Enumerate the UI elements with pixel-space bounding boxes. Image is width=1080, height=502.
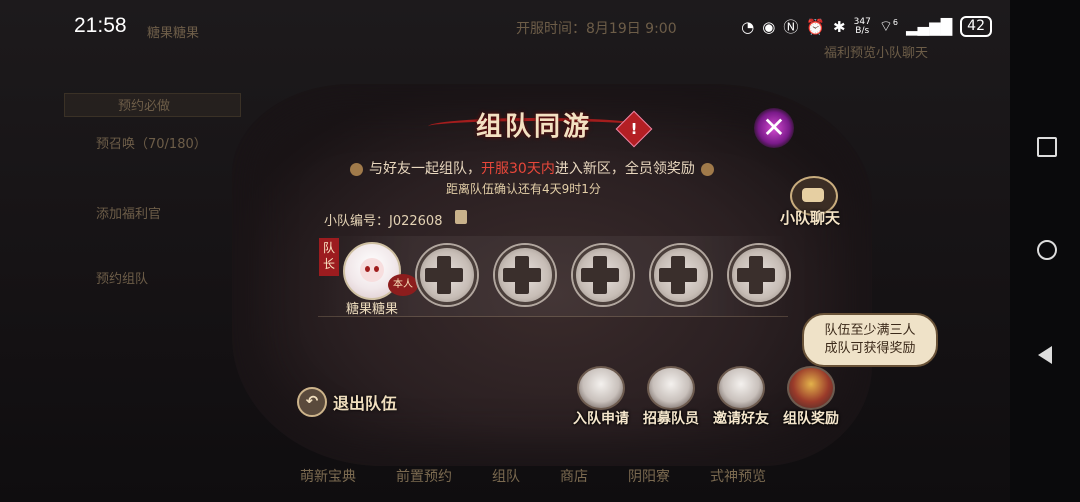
empty-slot-add-button[interactable] xyxy=(729,245,789,305)
task-3: 预约组队 xyxy=(96,272,149,287)
team-id: 小队编号：J022608 xyxy=(324,214,443,229)
bottom-nav: 萌新宝典 前置预约 组队 商店 阴阳寮 式神预览 xyxy=(300,466,766,486)
join-request-label: 入队申请 xyxy=(573,411,629,427)
close-button[interactable]: ✕ xyxy=(754,108,794,148)
clock: 21:58 xyxy=(74,14,127,37)
swirl-icon xyxy=(700,162,714,176)
bluetooth-icon: ✱ xyxy=(833,17,846,36)
empty-slot-add-button[interactable] xyxy=(651,245,711,305)
close-icon: ✕ xyxy=(762,111,786,144)
recruit-label: 招募队员 xyxy=(643,411,699,427)
reward-tip-text: 队伍至少满三人成队可获得奖励 xyxy=(824,323,916,356)
task-1: 预召唤（70/180） xyxy=(96,137,207,152)
reserve-title: 预约必做 xyxy=(118,99,171,114)
invite-friends-icon xyxy=(717,366,765,410)
net-speed-unit: B/s xyxy=(855,25,870,36)
battery-icon: 42 xyxy=(960,16,992,37)
description-prefix: 与好友一起组队， xyxy=(369,161,481,177)
tab-guild[interactable]: 阴阳寮 xyxy=(628,466,670,486)
tab-pre-reserve[interactable]: 前置预约 xyxy=(396,466,452,486)
recruit-button[interactable]: 招募队员 xyxy=(641,366,701,428)
reward-tip-bubble: 队伍至少满三人成队可获得奖励 xyxy=(802,313,938,367)
data-saver-icon: ◔ xyxy=(741,17,755,36)
empty-slot-add-button[interactable] xyxy=(573,245,633,305)
plus-icon-bar xyxy=(581,268,619,282)
team-reward-icon xyxy=(787,366,835,410)
copy-icon[interactable] xyxy=(455,210,467,224)
eye-comfort-icon: ◉ xyxy=(762,17,776,36)
team-chat-label[interactable]: 小队聊天 xyxy=(780,207,840,228)
plus-icon-bar xyxy=(737,268,775,282)
plus-icon-bar xyxy=(425,268,463,282)
empty-slot-add-button[interactable] xyxy=(417,245,477,305)
avatar-eye xyxy=(365,266,370,272)
android-nav-bar xyxy=(1010,0,1080,502)
leave-team-label: 退出队伍 xyxy=(333,394,398,413)
join-request-button[interactable]: 入队申请 xyxy=(571,366,631,428)
system-icons: ◔ ◉ Ⓝ ⏰ ✱ 347 B/s ⌔6 ▂▄▆█ 42 xyxy=(741,16,992,37)
recents-button[interactable] xyxy=(1037,137,1057,157)
leave-team-button[interactable]: ↶ 退出队伍 xyxy=(297,387,397,417)
plus-icon-bar xyxy=(659,268,697,282)
net-speed: 347 B/s xyxy=(854,17,871,36)
home-button[interactable] xyxy=(1037,240,1057,260)
team-reward-label: 组队奖励 xyxy=(783,411,839,427)
self-badge: 本人 xyxy=(388,274,418,296)
description-suffix: 进入新区，全员领奖励 xyxy=(554,161,695,177)
tab-shikigami-preview[interactable]: 式神预览 xyxy=(710,466,766,486)
task-2: 添加福利官 xyxy=(96,207,162,222)
chat-bubble-icon xyxy=(802,188,824,202)
tab-team[interactable]: 组队 xyxy=(492,466,520,486)
modal-title-wrap: 组队同游 xyxy=(428,104,648,146)
tab-guide[interactable]: 萌新宝典 xyxy=(300,466,356,486)
countdown: 距离队伍确认还有4天9时1分 xyxy=(446,182,601,196)
leader-tag: 队长 xyxy=(319,238,339,276)
back-button[interactable] xyxy=(1038,346,1052,364)
wifi-label: 6 xyxy=(892,18,899,27)
member-name: 糖果糖果 xyxy=(346,302,399,317)
signal-icon: ▂▄▆█ xyxy=(906,17,953,36)
description-highlight: 开服30天内 xyxy=(481,161,555,177)
invite-friends-button[interactable]: 邀请好友 xyxy=(711,366,771,428)
swirl-icon xyxy=(350,162,363,176)
tab-shop[interactable]: 商店 xyxy=(560,466,588,486)
info-icon-glyph: ! xyxy=(630,120,638,138)
alarm-icon: ⏰ xyxy=(806,17,826,36)
team-reward-button[interactable]: 组队奖励 xyxy=(781,366,841,428)
avatar-eye xyxy=(374,266,379,272)
plus-icon-bar xyxy=(503,268,541,282)
recruit-icon xyxy=(647,366,695,410)
join-request-icon xyxy=(577,366,625,410)
invite-friends-label: 邀请好友 xyxy=(713,411,769,427)
status-bar: 21:58 ◔ ◉ Ⓝ ⏰ ✱ 347 B/s ⌔6 ▂▄▆█ 42 xyxy=(0,0,1010,52)
avatar-face xyxy=(360,258,384,282)
empty-slot-add-button[interactable] xyxy=(495,245,555,305)
back-arrow-icon: ↶ xyxy=(297,387,327,417)
wifi-icon: ⌔6 xyxy=(878,17,899,35)
description: 与好友一起组队，开服30天内进入新区，全员领奖励 xyxy=(344,158,720,178)
modal-title: 组队同游 xyxy=(476,112,593,142)
nfc-icon: Ⓝ xyxy=(783,18,799,36)
